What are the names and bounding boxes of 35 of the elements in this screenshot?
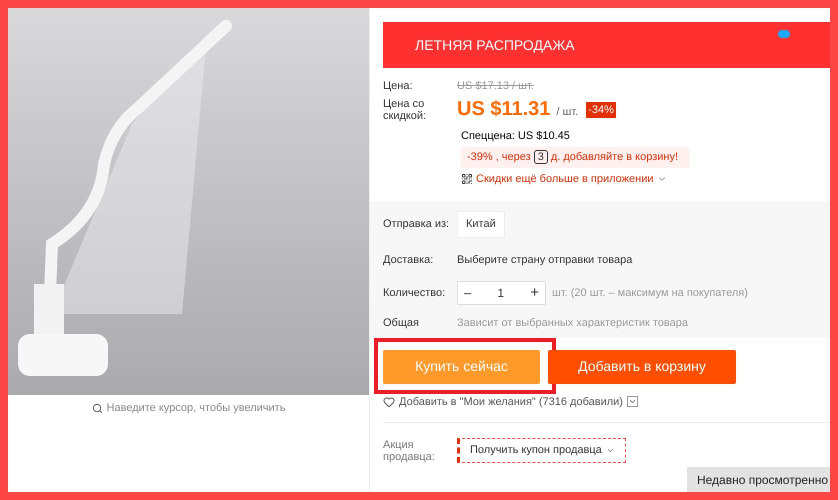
special-price: Спеццена: US $10.45 bbox=[461, 128, 570, 144]
promo-percent: -39% bbox=[467, 150, 493, 165]
quantity-value: 1 bbox=[497, 285, 504, 302]
qr-code-icon bbox=[461, 172, 473, 185]
total-label: Общая bbox=[383, 316, 420, 331]
quantity-note: шт. (20 шт. – максимум на покупателя) bbox=[552, 286, 748, 301]
recently-viewed-tab[interactable]: Недавно просмотренно bbox=[686, 467, 830, 492]
country-option[interactable]: Китай bbox=[457, 211, 505, 238]
old-price: US $17.13 / шт. bbox=[457, 79, 534, 94]
caret-icon bbox=[606, 446, 615, 455]
promo-text: , через bbox=[496, 150, 531, 165]
discount-badge: -34% bbox=[586, 102, 616, 118]
price-unit: / шт. bbox=[556, 104, 578, 120]
quantity-label: Количество: bbox=[383, 286, 446, 301]
app-promo-link[interactable]: Скидки ещё больше в приложении bbox=[476, 170, 654, 187]
zoom-hint: Наведите курсор, чтобы увеличить bbox=[106, 401, 286, 416]
delivery-value: Выберите страну отправки товара bbox=[457, 252, 632, 268]
delivery-label: Доставка: bbox=[383, 252, 434, 268]
coupon-dropdown[interactable]: Получить купон продавца bbox=[457, 438, 626, 463]
total-value: Зависит от выбранных характеристик товара bbox=[457, 316, 688, 331]
price-label: Цена: bbox=[383, 79, 414, 94]
promo-text: д. добавляйте в корзину! bbox=[550, 150, 678, 165]
minus-button[interactable]: – bbox=[464, 283, 472, 303]
heart-icon bbox=[383, 396, 395, 408]
seller-promo-label: Акция продавца: bbox=[383, 438, 436, 462]
wishlist-link[interactable]: Добавить в "Мои желания" (7316 добавили) bbox=[399, 394, 623, 410]
shipping-label: Отправка из: bbox=[383, 217, 450, 232]
discount-price: US $11.31 bbox=[457, 98, 550, 120]
search-icon bbox=[92, 402, 103, 414]
days-count: 3 bbox=[534, 150, 548, 164]
discount-price-label: Цена со скидкой: bbox=[383, 98, 428, 122]
caret-icon bbox=[626, 396, 638, 408]
banner-title: ЛЕТНЯЯ РАСПРОДАЖА bbox=[415, 36, 575, 55]
plus-button[interactable]: + bbox=[530, 282, 539, 304]
quantity-stepper[interactable]: – 1 + bbox=[457, 281, 546, 305]
